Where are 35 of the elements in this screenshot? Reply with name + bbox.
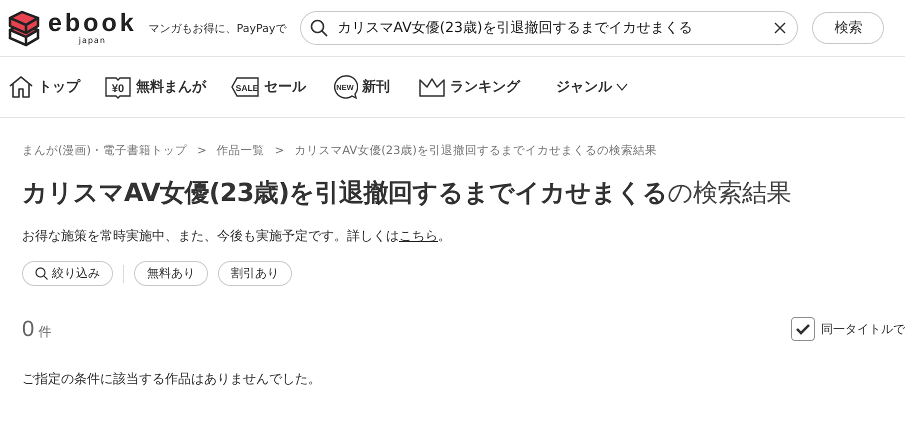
close-icon[interactable] xyxy=(774,22,786,34)
crown-icon xyxy=(418,76,446,98)
filter-chip[interactable]: 割引あり xyxy=(218,261,292,286)
books-logo-icon xyxy=(6,8,42,48)
breadcrumb-link[interactable]: 作品一覧 xyxy=(216,143,265,158)
nav-link[interactable]: ランキング xyxy=(418,76,556,98)
logo-text[interactable]: ebook xyxy=(48,11,137,36)
search-field[interactable]: カリスマAV女優(23歳)を引退撤回するまでイカせまくる xyxy=(300,11,798,45)
breadcrumb-separator: > xyxy=(196,143,207,158)
nav-link[interactable]: SALE セール xyxy=(230,76,332,98)
checkbox[interactable] xyxy=(791,317,815,341)
search-icon xyxy=(35,267,48,280)
nav-link[interactable]: ¥0 無料まんが xyxy=(104,75,230,99)
filter-button[interactable]: 絞り込み xyxy=(22,261,113,286)
breadcrumb-link[interactable]: まんが(漫画)・電子書籍トップ xyxy=(22,143,187,158)
result-count: 0 xyxy=(22,316,34,342)
chevron-down-icon xyxy=(616,83,628,91)
checkmark-icon xyxy=(795,323,811,335)
house-icon xyxy=(8,75,34,99)
checkbox-label[interactable]: 同一タイトルで xyxy=(821,320,905,338)
price-tag-icon: SALE xyxy=(230,76,260,98)
details-link[interactable]: こちら xyxy=(399,229,438,244)
search-icon xyxy=(310,19,328,37)
nav-link[interactable]: ジャンル xyxy=(556,78,628,96)
filter-chip[interactable]: 無料あり xyxy=(134,261,208,286)
notice-text: お得な施策を常時実施中、また、今後も実施予定です。詳しくはこちら。 xyxy=(22,228,452,245)
count-unit: 件 xyxy=(38,324,52,341)
empty-message: ご指定の条件に該当する作品はありませんでした。 xyxy=(22,371,322,388)
tagline: マンガもお得に、PayPayで xyxy=(148,20,286,36)
nav-link[interactable]: トップ xyxy=(8,75,104,99)
search-button[interactable]: 検索 xyxy=(812,12,884,44)
breadcrumb-separator: > xyxy=(274,143,284,158)
logo-subtext: japan xyxy=(78,37,106,45)
page-title: カリスマAV女優(23歳)を引退撤回するまでイカせまくるの検索結果 xyxy=(22,177,792,209)
book-icon: ¥0 xyxy=(104,75,132,99)
